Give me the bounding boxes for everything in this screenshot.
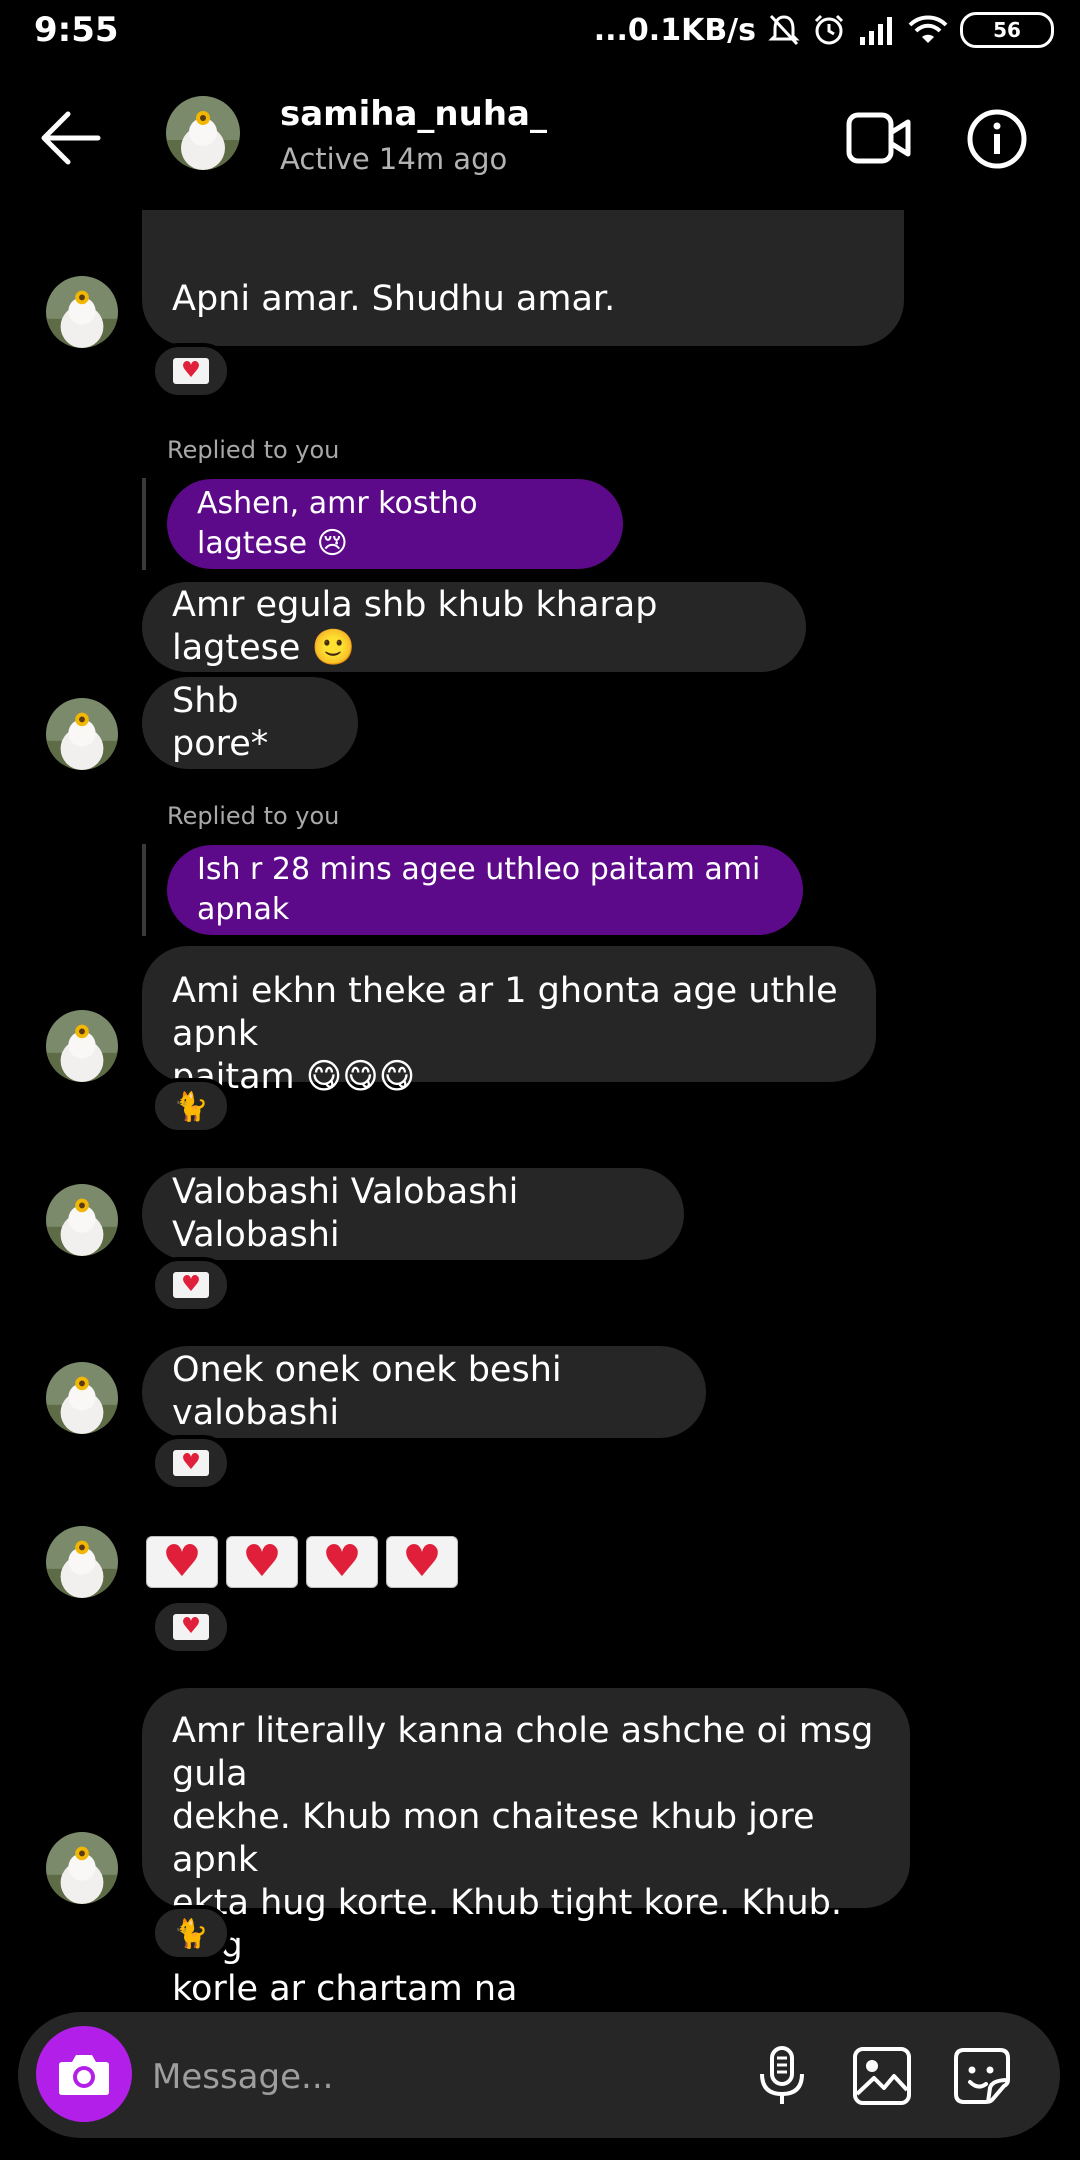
- video-call-button[interactable]: [846, 110, 912, 166]
- message-bubble[interactable]: Shb pore*: [142, 677, 358, 769]
- message-text: Onek onek onek beshi valobashi: [172, 1350, 562, 1433]
- message-bubble[interactable]: Onek onek onek beshi valobashi: [142, 1346, 706, 1438]
- sticker-icon: [954, 2048, 1010, 2104]
- reaction-badge[interactable]: [151, 1599, 231, 1655]
- message-bubble[interactable]: Amr literally kanna chole ashche oi msg …: [142, 1688, 910, 2009]
- sender-avatar[interactable]: [46, 1362, 118, 1434]
- sender-avatar[interactable]: [46, 1184, 118, 1256]
- message-text: Amr literally kanna chole ashche oi msg …: [172, 1711, 874, 1794]
- replied-message[interactable]: Ashen, amr kostho lagtese 😢: [167, 479, 623, 569]
- love-letter-icon: [173, 1450, 209, 1476]
- love-letter-icon: [386, 1536, 458, 1588]
- replied-message-text: Ish r 28 mins agee uthleo paitam ami apn…: [197, 852, 761, 927]
- gallery-icon: [853, 2047, 911, 2105]
- message-text: paitam 😋😋😋: [172, 1057, 416, 1097]
- sender-avatar[interactable]: [46, 698, 118, 770]
- microphone-icon: [760, 2046, 804, 2104]
- voice-button[interactable]: [750, 2044, 814, 2108]
- avatar-image: [46, 698, 118, 770]
- love-letter-icon: [173, 358, 209, 384]
- wifi-icon: [908, 15, 948, 43]
- video-call-icon: [846, 112, 911, 164]
- alarm-icon: [814, 14, 844, 45]
- active-status: Active 14m ago: [280, 142, 508, 176]
- message-text: Ami ekhn theke ar 1 ghonta age uthle apn…: [172, 971, 838, 1054]
- avatar-image: [46, 1526, 118, 1598]
- message-input[interactable]: [150, 2046, 714, 2108]
- avatar-image: [46, 1832, 118, 1904]
- love-letter-icon: [306, 1536, 378, 1588]
- info-icon: [967, 109, 1027, 169]
- signal-icon: [860, 17, 892, 45]
- camera-button[interactable]: [36, 2026, 132, 2122]
- sender-avatar[interactable]: [46, 1526, 118, 1598]
- message-bubble[interactable]: Apni amar. Shudhu amar.: [142, 210, 904, 346]
- message-text: Apni amar. Shudhu amar.: [172, 279, 616, 319]
- back-button[interactable]: [38, 108, 102, 168]
- message-text: Shb pore*: [172, 681, 269, 764]
- sender-avatar[interactable]: [46, 276, 118, 348]
- emoji-message[interactable]: [146, 1536, 466, 1592]
- mute-bell-icon: [768, 14, 800, 46]
- avatar-image: [46, 1184, 118, 1256]
- love-letter-icon: [173, 1614, 209, 1640]
- avatar-image: [166, 96, 240, 170]
- chat-username[interactable]: samiha_nuha_: [280, 94, 547, 134]
- sticker-button[interactable]: [950, 2044, 1014, 2108]
- status-indicators: ...0.1KB/s 56: [594, 10, 1054, 50]
- replied-label: Replied to you: [167, 802, 340, 830]
- message-bubble[interactable]: Amr egula shb khub kharap lagtese 🙂: [142, 582, 806, 672]
- status-time: 9:55: [34, 10, 119, 50]
- reaction-badge[interactable]: [151, 1257, 231, 1313]
- message-text: ekta hug korte. Khub tight kore. Khub. H…: [172, 1883, 842, 1966]
- info-button[interactable]: [966, 108, 1028, 170]
- back-arrow-icon: [41, 111, 101, 165]
- gallery-button[interactable]: [850, 2044, 914, 2108]
- love-letter-icon: [173, 1272, 209, 1298]
- battery-icon: 56: [960, 12, 1054, 48]
- message-bubble[interactable]: Ami ekhn theke ar 1 ghonta age uthle apn…: [142, 946, 876, 1097]
- camera-icon: [59, 2055, 109, 2095]
- cat-emoji-reaction: 🐈: [173, 1916, 209, 1950]
- replied-message[interactable]: Ish r 28 mins agee uthleo paitam ami apn…: [167, 845, 803, 935]
- avatar-image: [46, 1362, 118, 1434]
- message-text: korle ar chartam na: [172, 1969, 518, 2009]
- reply-divider: [142, 844, 146, 936]
- love-letter-icon: [226, 1536, 298, 1588]
- message-text: Valobashi Valobashi Valobashi: [172, 1172, 519, 1255]
- header-avatar[interactable]: [166, 96, 240, 170]
- message-text: dekhe. Khub mon chaitese khub jore apnk: [172, 1797, 815, 1880]
- reaction-badge[interactable]: 🐈: [151, 1078, 231, 1134]
- network-speed: ...0.1KB/s: [593, 12, 756, 48]
- battery-level: 56: [993, 18, 1021, 42]
- cat-emoji-reaction: 🐈: [173, 1089, 209, 1123]
- reaction-badge[interactable]: [151, 343, 231, 399]
- love-letter-icon: [146, 1536, 218, 1588]
- message-text: Amr egula shb khub kharap lagtese 🙂: [172, 585, 658, 668]
- sender-avatar[interactable]: [46, 1832, 118, 1904]
- replied-message-text: Ashen, amr kostho lagtese 😢: [197, 486, 478, 561]
- message-bubble[interactable]: Valobashi Valobashi Valobashi: [142, 1168, 684, 1260]
- avatar-image: [46, 276, 118, 348]
- reaction-badge[interactable]: [151, 1435, 231, 1491]
- avatar-image: [46, 1010, 118, 1082]
- sender-avatar[interactable]: [46, 1010, 118, 1082]
- reaction-badge[interactable]: 🐈: [151, 1905, 231, 1961]
- replied-label: Replied to you: [167, 436, 340, 464]
- reply-divider: [142, 478, 146, 570]
